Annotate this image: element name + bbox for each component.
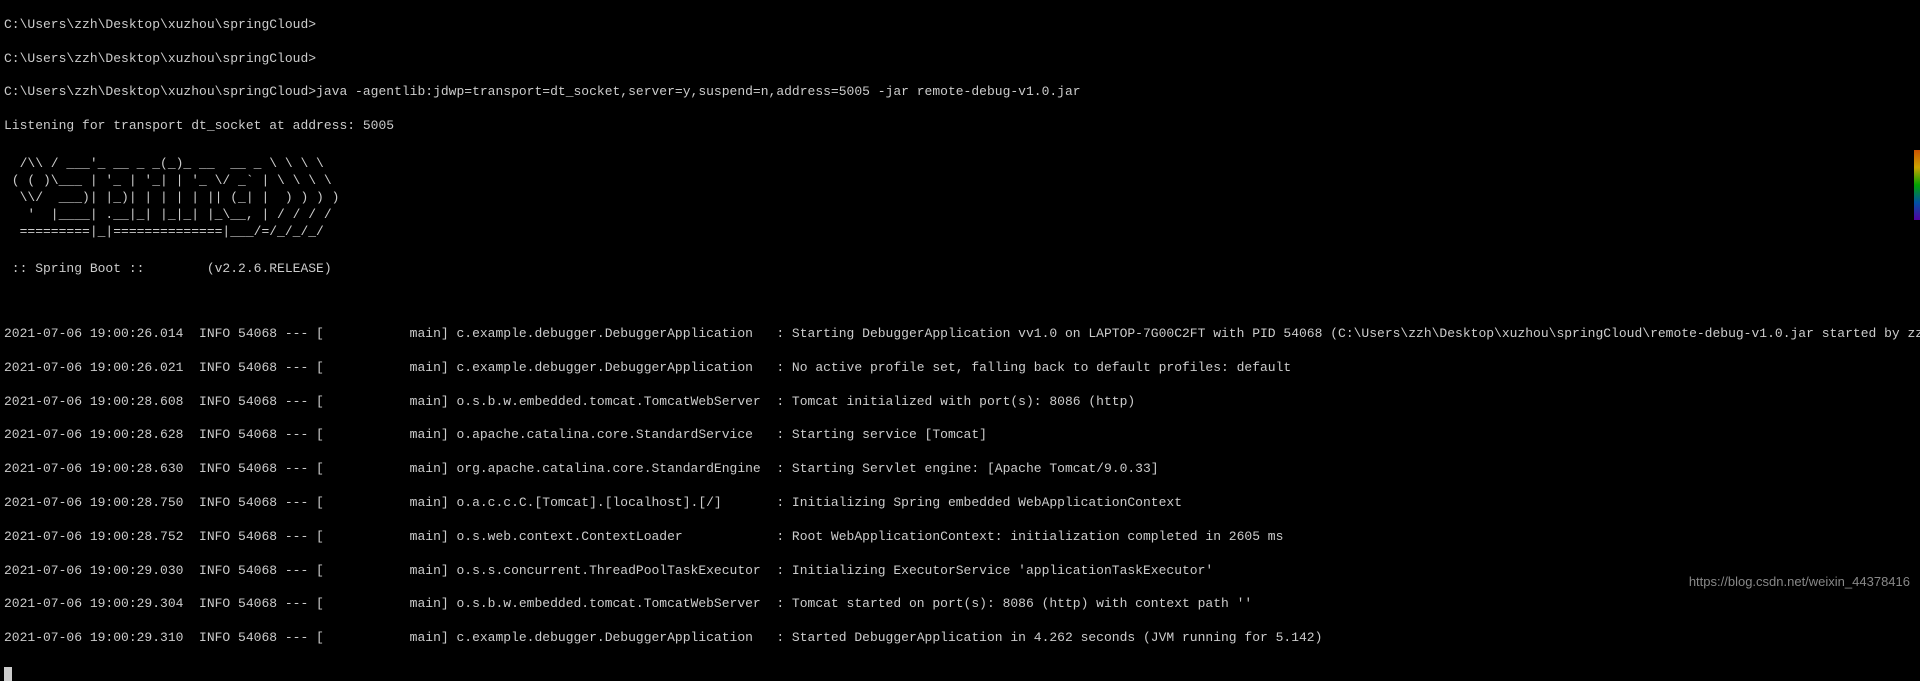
- log-line: 2021-07-06 19:00:26.014 INFO 54068 --- […: [4, 326, 1916, 343]
- log-line: 2021-07-06 19:00:28.630 INFO 54068 --- […: [4, 461, 1916, 478]
- listening-line: Listening for transport dt_socket at add…: [4, 118, 1916, 135]
- log-line: 2021-07-06 19:00:28.752 INFO 54068 --- […: [4, 529, 1916, 546]
- terminal-output[interactable]: C:\Users\zzh\Desktop\xuzhou\springCloud>…: [0, 0, 1920, 681]
- log-line: 2021-07-06 19:00:26.021 INFO 54068 --- […: [4, 360, 1916, 377]
- prompt-line: C:\Users\zzh\Desktop\xuzhou\springCloud>: [4, 17, 1916, 34]
- prompt-line: C:\Users\zzh\Desktop\xuzhou\springCloud>: [4, 51, 1916, 68]
- log-line: 2021-07-06 19:00:28.750 INFO 54068 --- […: [4, 495, 1916, 512]
- cursor-icon: [4, 667, 12, 681]
- spring-banner: /\\ / ___'_ __ _ _(_)_ __ __ _ \ \ \ \ (…: [4, 156, 1916, 240]
- scrollbar-indicator[interactable]: [1914, 150, 1920, 220]
- log-line: 2021-07-06 19:00:28.628 INFO 54068 --- […: [4, 427, 1916, 444]
- spring-boot-version: :: Spring Boot :: (v2.2.6.RELEASE): [4, 261, 1916, 278]
- watermark-text: https://blog.csdn.net/weixin_44378416: [1689, 574, 1910, 591]
- log-line: 2021-07-06 19:00:28.608 INFO 54068 --- […: [4, 394, 1916, 411]
- log-line: 2021-07-06 19:00:29.030 INFO 54068 --- […: [4, 563, 1916, 580]
- command-line: C:\Users\zzh\Desktop\xuzhou\springCloud>…: [4, 84, 1916, 101]
- log-line: 2021-07-06 19:00:29.310 INFO 54068 --- […: [4, 630, 1916, 647]
